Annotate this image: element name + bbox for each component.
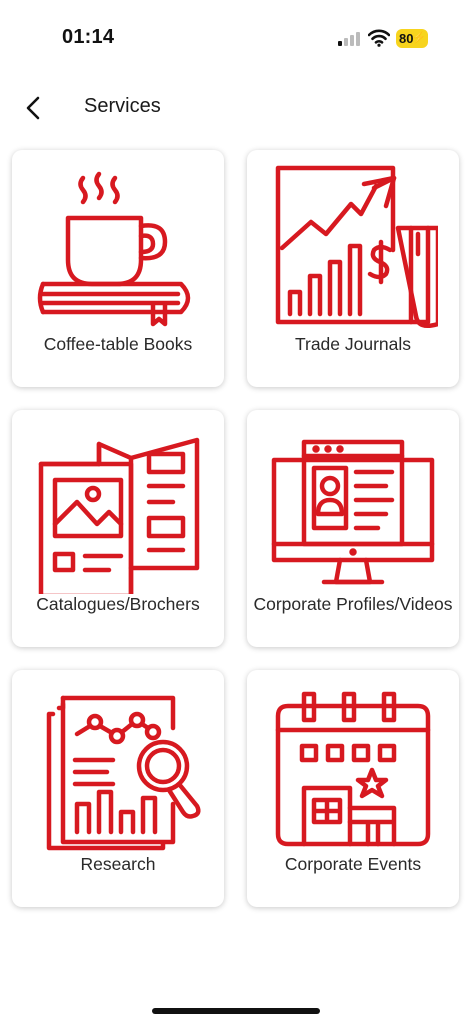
service-label: Coffee-table Books [43, 334, 193, 354]
service-card-trade-journals[interactable]: Trade Journals [247, 150, 459, 387]
brochure-icon [38, 437, 200, 594]
chevron-left-icon [26, 96, 40, 120]
service-card-corporate-events[interactable]: Corporate Events [247, 670, 459, 907]
corporate-profile-icon [271, 439, 435, 585]
coffee-book-icon [37, 171, 191, 327]
service-card-corporate-profiles-videos[interactable]: Corporate Profiles/Videos [247, 410, 459, 647]
home-indicator[interactable] [152, 1008, 320, 1014]
service-label: Corporate Profiles/Videos [253, 594, 453, 614]
cellular-signal-icon [338, 32, 360, 46]
service-card-coffee-table-books[interactable]: Coffee-table Books [12, 150, 224, 387]
status-time: 01:14 [62, 26, 115, 48]
research-icon [46, 695, 201, 851]
battery-level: 80 [399, 31, 414, 46]
back-button[interactable] [14, 88, 54, 128]
service-label: Trade Journals [294, 334, 412, 354]
service-label: Corporate Events [284, 854, 422, 874]
trade-journal-icon [275, 165, 438, 328]
service-card-catalogues-brochers[interactable]: Catalogues/Brochers [12, 410, 224, 647]
charging-bolt-icon: ⚡ [412, 32, 426, 44]
service-label: Catalogues/Brochers [36, 594, 200, 614]
status-bar: 01:14 80 ⚡ [0, 0, 471, 70]
service-label: Research [80, 854, 156, 874]
corporate-events-icon [275, 691, 431, 847]
battery-indicator: 80 ⚡ [396, 29, 428, 48]
wifi-icon [368, 29, 390, 47]
service-card-research[interactable]: Research [12, 670, 224, 907]
nav-header: Services [0, 82, 471, 132]
page-title: Services [84, 95, 161, 117]
